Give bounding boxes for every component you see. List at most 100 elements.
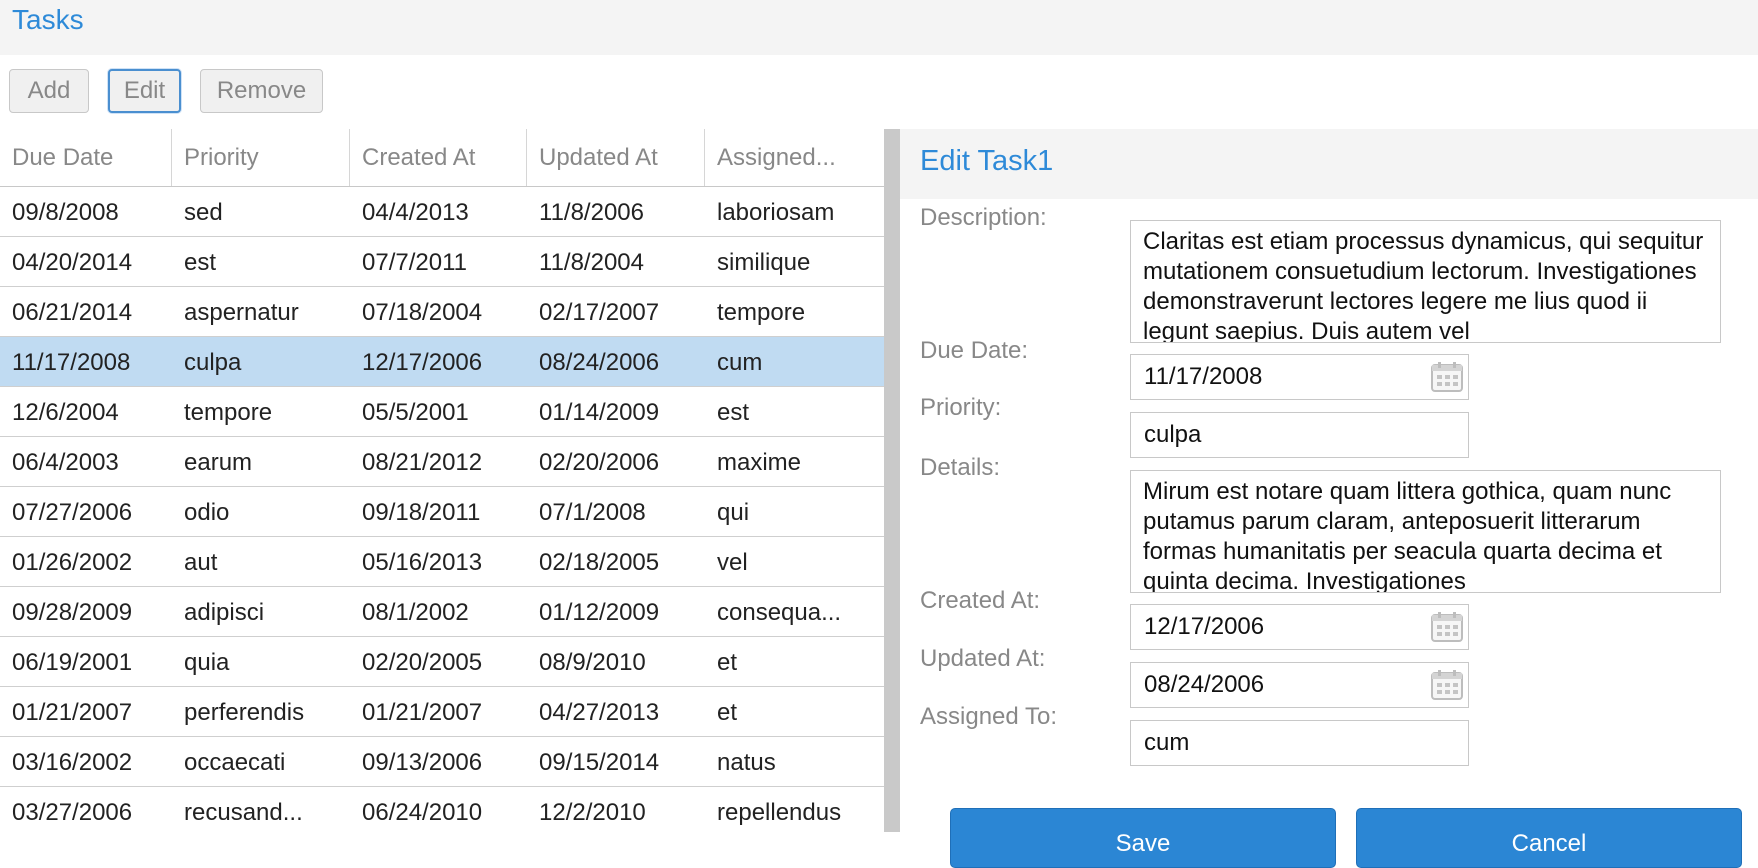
cell-assigned-to: laboriosam <box>717 199 835 226</box>
cell-priority: perferendis <box>184 699 305 726</box>
cell-assigned-to: est <box>717 399 750 426</box>
cell-due-date: 12/6/2004 <box>12 399 119 426</box>
details-label: Details: <box>920 454 1001 481</box>
cell-due-date: 11/17/2008 <box>12 349 131 376</box>
priority-field[interactable]: culpa <box>1130 412 1469 458</box>
table-row[interactable]: 01/21/2007 perferendis 01/21/2007 04/27/201… <box>0 687 884 737</box>
table-row[interactable]: 12/6/2004 tempore 05/5/2001 01/14/2009 est <box>0 387 884 437</box>
table-row[interactable]: 06/21/2014 aspernatur 07/18/2004 02/17/2007… <box>0 287 884 337</box>
due-date-field[interactable]: 11/17/2008 <box>1130 354 1469 400</box>
cell-assigned-to: consequa... <box>717 599 842 626</box>
cell-due-date: 03/16/2002 <box>12 749 133 776</box>
details-textarea[interactable]: Mirum est notare quam littera gothica, q… <box>1130 470 1721 593</box>
edit-panel-header: Edit Task1 <box>900 129 1758 199</box>
cell-due-date: 01/26/2002 <box>12 549 133 576</box>
created-at-field[interactable]: 12/17/2006 <box>1130 604 1469 650</box>
table-row[interactable]: 04/20/2014 est 07/7/2011 11/8/2004 similique <box>0 237 884 287</box>
cell-priority: aspernatur <box>184 299 299 326</box>
cell-assigned-to: natus <box>717 749 776 776</box>
table-row[interactable]: 03/16/2002 occaecati 09/13/2006 09/15/2014 n… <box>0 737 884 787</box>
cell-updated-at: 11/8/2004 <box>539 249 644 276</box>
cell-due-date: 01/21/2007 <box>12 699 133 726</box>
cell-priority: odio <box>184 499 230 526</box>
edit-button[interactable]: Edit <box>108 69 181 113</box>
calendar-icon[interactable] <box>1430 611 1464 643</box>
cell-created-at: 07/18/2004 <box>362 299 483 326</box>
created-at-label: Created At: <box>920 587 1041 614</box>
due-date-label: Due Date: <box>920 337 1029 364</box>
cell-due-date: 06/19/2001 <box>12 649 133 676</box>
cell-updated-at: 08/9/2010 <box>539 649 646 676</box>
cell-created-at: 05/16/2013 <box>362 549 483 576</box>
cell-updated-at: 04/27/2013 <box>539 699 660 726</box>
cancel-button[interactable]: Cancel <box>1356 808 1742 868</box>
cell-assigned-to: repellendus <box>717 799 842 826</box>
cell-updated-at: 11/8/2006 <box>539 199 644 226</box>
priority-label: Priority: <box>920 394 1002 421</box>
cell-due-date: 06/21/2014 <box>12 299 133 326</box>
cell-priority: culpa <box>184 349 242 376</box>
cell-updated-at: 12/2/2010 <box>539 799 646 826</box>
cell-updated-at: 02/17/2007 <box>539 299 660 326</box>
app-title: Tasks <box>12 4 84 35</box>
cell-updated-at: 08/24/2006 <box>539 349 660 376</box>
table-row[interactable]: 07/27/2006 odio 09/18/2011 07/1/2008 qui <box>0 487 884 537</box>
cell-assigned-to: tempore <box>717 299 806 326</box>
cell-created-at: 08/21/2012 <box>362 449 483 476</box>
cell-assigned-to: qui <box>717 499 750 526</box>
column-header-created-at[interactable]: Created At <box>350 129 527 186</box>
cell-assigned-to: similique <box>717 249 811 276</box>
grid-body: 09/8/2008 sed 04/4/2013 11/8/2006 laboriosam… <box>0 187 884 832</box>
updated-at-field[interactable]: 08/24/2006 <box>1130 662 1469 708</box>
cell-priority: occaecati <box>184 749 286 776</box>
cell-due-date: 06/4/2003 <box>12 449 119 476</box>
cell-due-date: 09/28/2009 <box>12 599 133 626</box>
cell-priority: est <box>184 249 217 276</box>
cell-priority: earum <box>184 449 253 476</box>
grid-header: Due Date Priority Created At Updated At … <box>0 129 884 187</box>
column-header-priority[interactable]: Priority <box>172 129 350 186</box>
cell-created-at: 09/18/2011 <box>362 499 481 526</box>
cell-priority: sed <box>184 199 223 226</box>
table-row[interactable]: 11/17/2008 culpa 12/17/2006 08/24/2006 cum <box>0 337 884 387</box>
cell-priority: aut <box>184 549 218 576</box>
edit-panel-title: Edit Task1 <box>920 145 1054 177</box>
cell-created-at: 01/21/2007 <box>362 699 483 726</box>
cell-created-at: 09/13/2006 <box>362 749 483 776</box>
calendar-icon[interactable] <box>1430 361 1464 393</box>
description-textarea[interactable]: Claritas est etiam processus dynamicus, … <box>1130 220 1721 343</box>
cell-assigned-to: et <box>717 649 738 676</box>
cell-assigned-to: maxime <box>717 449 802 476</box>
cell-updated-at: 02/20/2006 <box>539 449 660 476</box>
assigned-to-label: Assigned To: <box>920 703 1057 730</box>
remove-button[interactable]: Remove <box>200 69 323 113</box>
cell-priority: recusand... <box>184 799 303 826</box>
cell-updated-at: 01/12/2009 <box>539 599 660 626</box>
table-row[interactable]: 09/28/2009 adipisci 08/1/2002 01/12/2009 con… <box>0 587 884 637</box>
cell-updated-at: 07/1/2008 <box>539 499 646 526</box>
table-row[interactable]: 06/4/2003 earum 08/21/2012 02/20/2006 maxime <box>0 437 884 487</box>
table-row[interactable]: 01/26/2002 aut 05/16/2013 02/18/2005 vel <box>0 537 884 587</box>
cell-created-at: 12/17/2006 <box>362 349 483 376</box>
table-row[interactable]: 06/19/2001 quia 02/20/2005 08/9/2010 et <box>0 637 884 687</box>
cell-assigned-to: et <box>717 699 738 726</box>
table-row[interactable]: 03/27/2006 recusand... 06/24/2010 12/2/2010… <box>0 787 884 832</box>
column-header-assigned-to[interactable]: Assigned... <box>705 129 884 186</box>
column-header-updated-at[interactable]: Updated At <box>527 129 705 186</box>
column-header-due-date[interactable]: Due Date <box>0 129 172 186</box>
cell-created-at: 04/4/2013 <box>362 199 469 226</box>
assigned-to-field[interactable]: cum <box>1130 720 1469 766</box>
due-date-value: 11/17/2008 <box>1144 363 1263 390</box>
cell-updated-at: 01/14/2009 <box>539 399 660 426</box>
title-bar: Tasks <box>0 0 1758 55</box>
cell-due-date: 04/20/2014 <box>12 249 133 276</box>
calendar-icon[interactable] <box>1430 669 1464 701</box>
cell-due-date: 09/8/2008 <box>12 199 119 226</box>
description-label: Description: <box>920 204 1047 231</box>
panel-splitter[interactable] <box>884 129 900 832</box>
tasks-grid: Due Date Priority Created At Updated At … <box>0 129 884 832</box>
save-button[interactable]: Save <box>950 808 1336 868</box>
toolbar: Add Edit Remove <box>0 55 1758 129</box>
table-row[interactable]: 09/8/2008 sed 04/4/2013 11/8/2006 laboriosam <box>0 187 884 237</box>
add-button[interactable]: Add <box>9 69 89 113</box>
